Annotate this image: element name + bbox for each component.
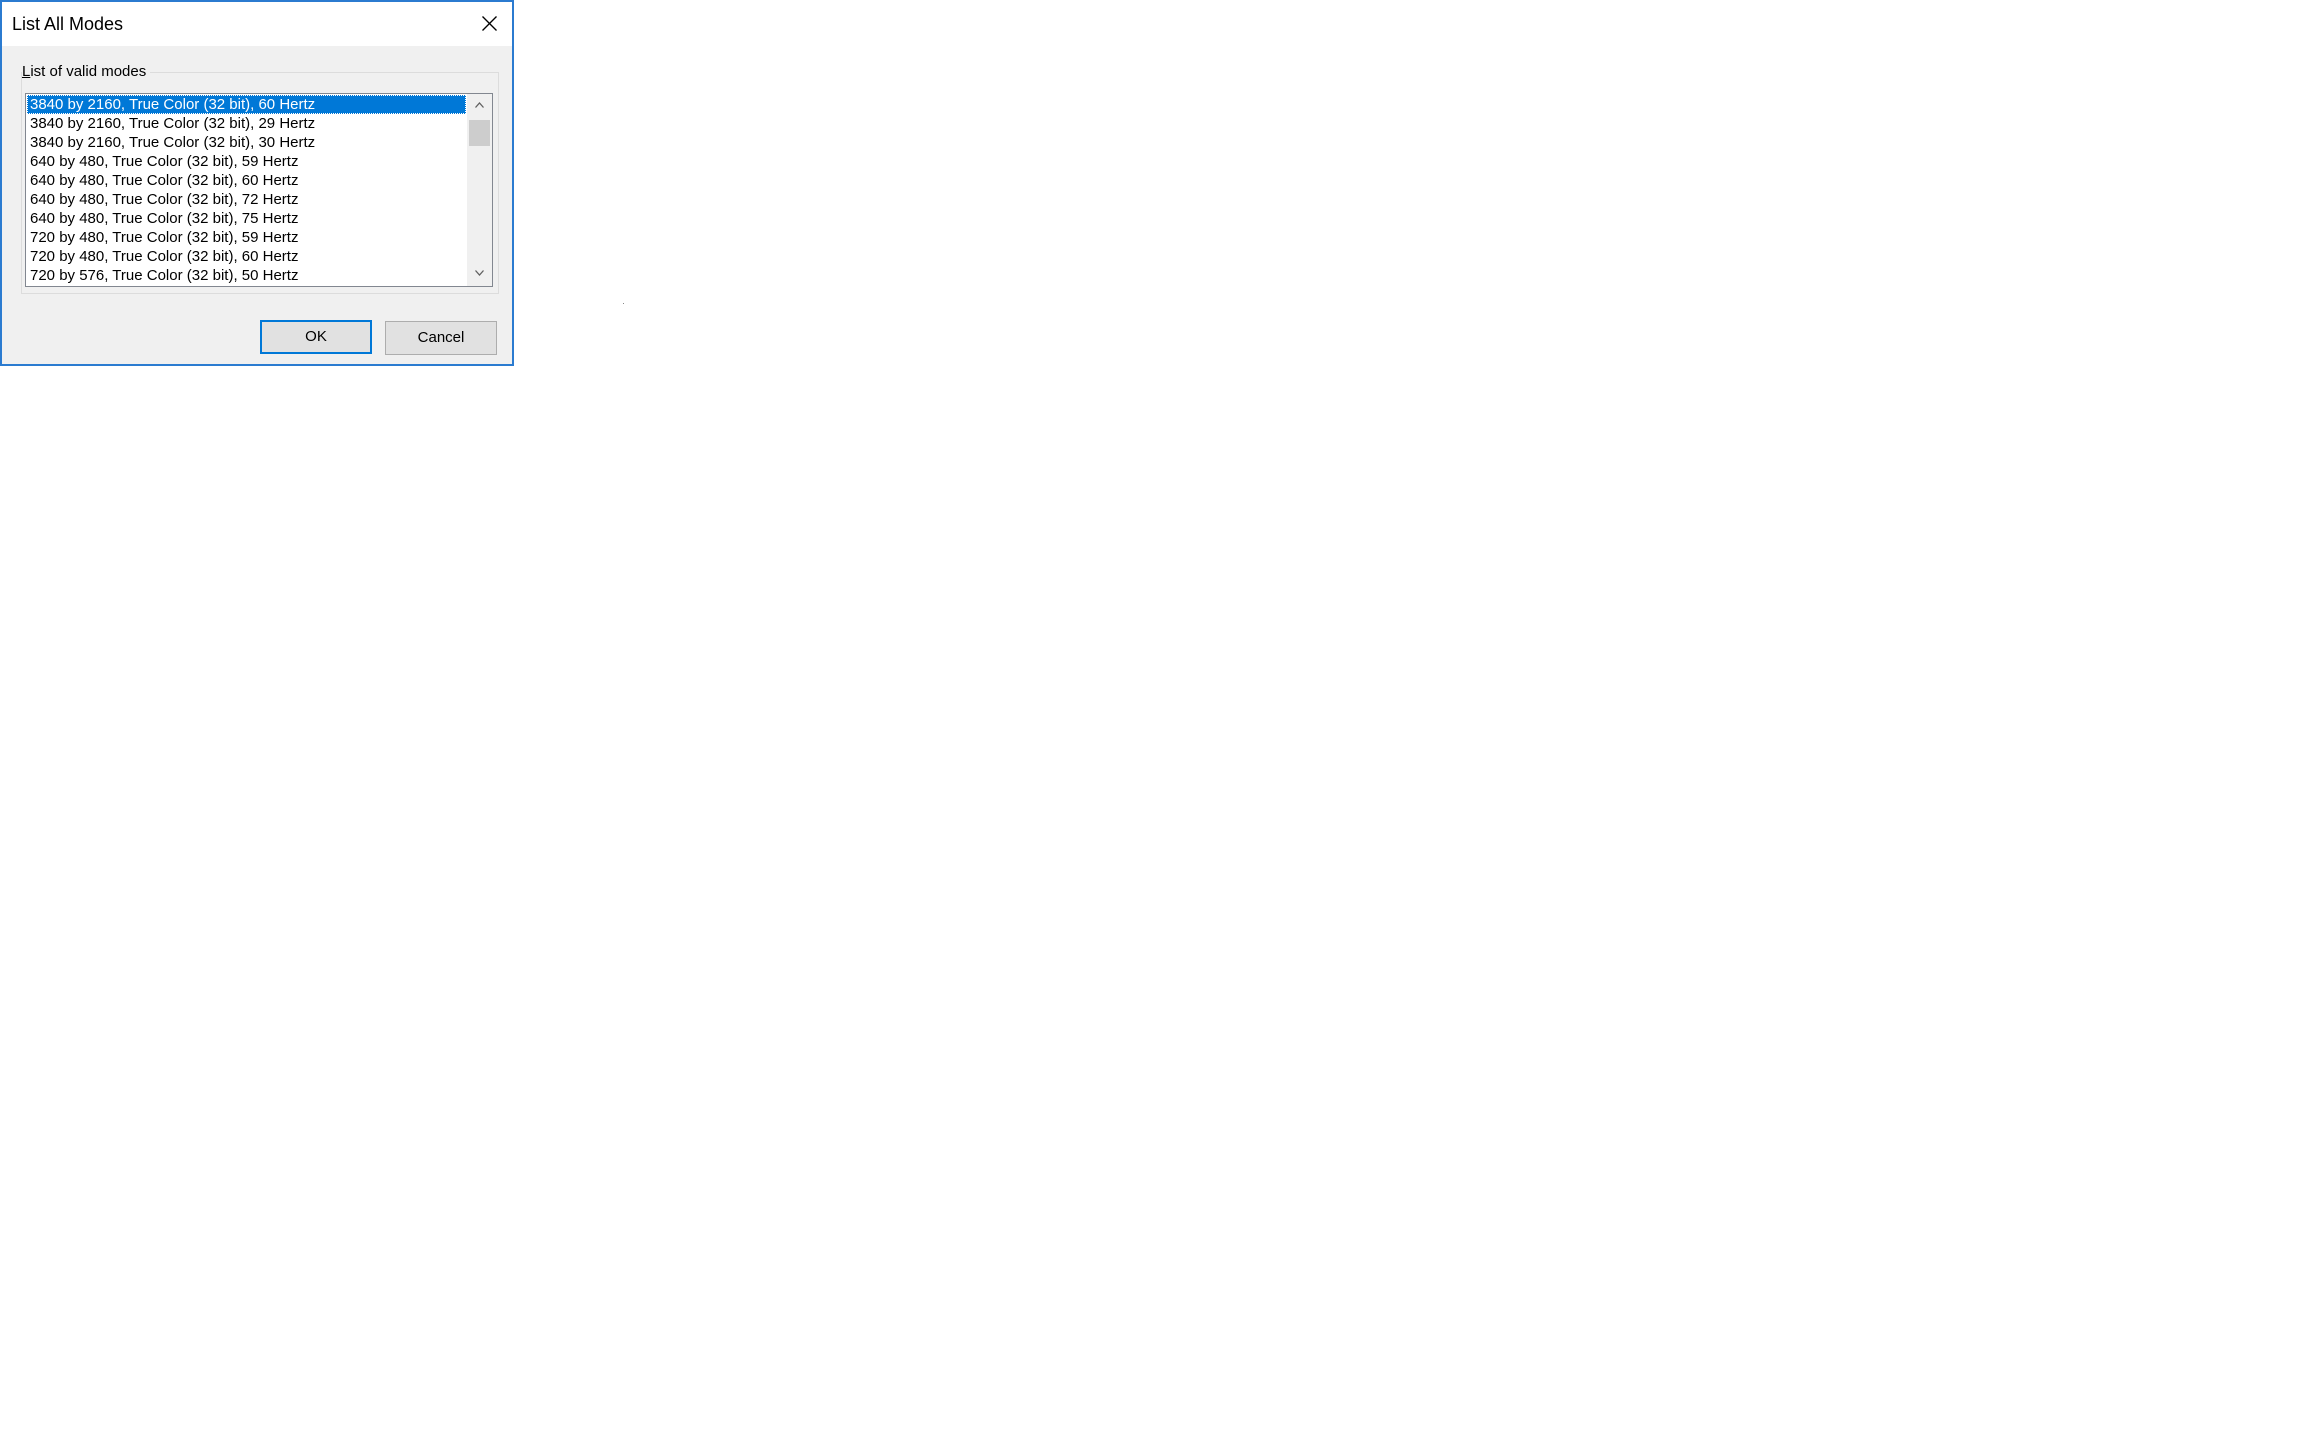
window-title: List All Modes	[12, 14, 124, 34]
chevron-up-icon	[475, 102, 484, 108]
list-item[interactable]: 640 by 480, True Color (32 bit), 59 Hert…	[27, 152, 466, 171]
scroll-thumb[interactable]	[469, 120, 490, 146]
modes-list-items: 3840 by 2160, True Color (32 bit), 60 He…	[27, 95, 466, 285]
close-icon	[482, 16, 497, 31]
list-item[interactable]: 3840 by 2160, True Color (32 bit), 29 He…	[27, 114, 466, 133]
scroll-down-button[interactable]	[467, 262, 492, 286]
scroll-up-button[interactable]	[467, 94, 492, 118]
list-item[interactable]: 3840 by 2160, True Color (32 bit), 60 He…	[27, 95, 466, 114]
close-button[interactable]	[466, 2, 512, 46]
list-all-modes-dialog: List All Modes List of valid modes 3840 …	[0, 0, 514, 366]
cancel-button[interactable]: Cancel	[385, 321, 497, 355]
list-item[interactable]: 720 by 480, True Color (32 bit), 60 Hert…	[27, 247, 466, 266]
stray-pixel	[623, 303, 624, 304]
list-item[interactable]: 640 by 480, True Color (32 bit), 60 Hert…	[27, 171, 466, 190]
vertical-scrollbar[interactable]	[467, 94, 492, 286]
title-bar[interactable]: List All Modes	[2, 2, 512, 46]
modes-listbox[interactable]: 3840 by 2160, True Color (32 bit), 60 He…	[25, 93, 493, 287]
list-item[interactable]: 720 by 480, True Color (32 bit), 59 Hert…	[27, 228, 466, 247]
group-label-text: ist of valid modes	[30, 63, 147, 80]
group-label: List of valid modes	[22, 63, 151, 80]
list-item[interactable]: 720 by 576, True Color (32 bit), 50 Hert…	[27, 266, 466, 285]
ok-button[interactable]: OK	[260, 320, 372, 354]
list-item[interactable]: 640 by 480, True Color (32 bit), 72 Hert…	[27, 190, 466, 209]
list-item[interactable]: 640 by 480, True Color (32 bit), 75 Hert…	[27, 209, 466, 228]
list-item[interactable]: 3840 by 2160, True Color (32 bit), 30 He…	[27, 133, 466, 152]
chevron-down-icon	[475, 270, 484, 276]
